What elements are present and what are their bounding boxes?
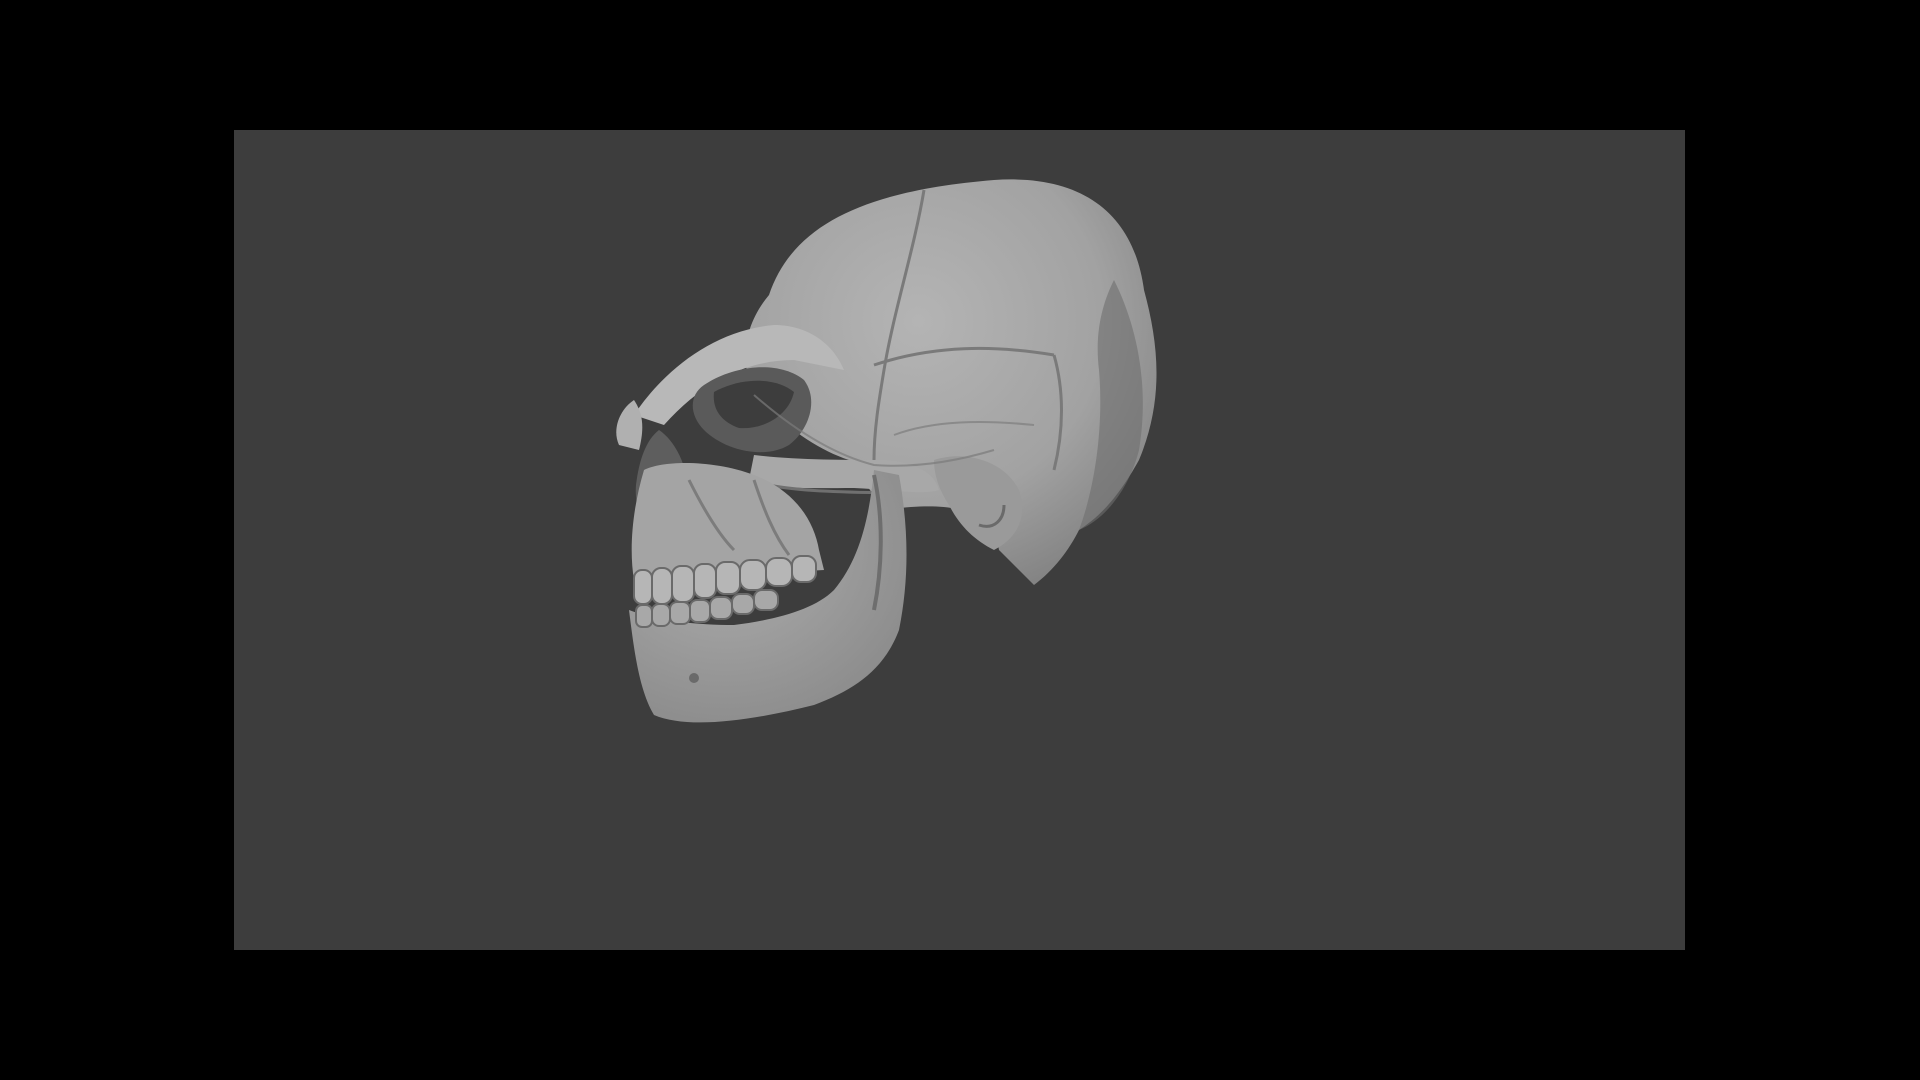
3d-viewport[interactable]: [234, 130, 1685, 950]
screen: [0, 0, 1920, 1080]
skull-model[interactable]: [234, 130, 1685, 950]
